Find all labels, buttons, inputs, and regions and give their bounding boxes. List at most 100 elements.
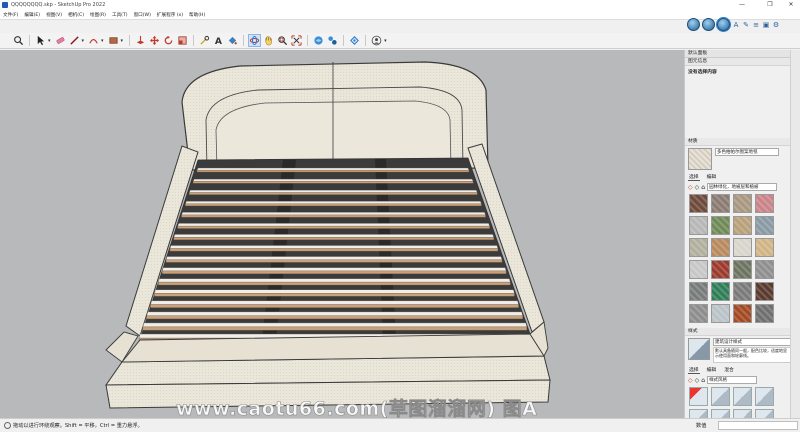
material-swatch[interactable]: [755, 194, 774, 213]
style-name-field[interactable]: 建筑设计样式: [713, 338, 791, 346]
style-swatch[interactable]: [711, 387, 730, 406]
menu-tools[interactable]: 工具(T): [109, 12, 131, 18]
text-icon[interactable]: A: [212, 34, 225, 47]
tab-edit[interactable]: 编辑: [706, 173, 718, 181]
zoom-window-icon[interactable]: [276, 34, 289, 47]
tab-edit[interactable]: 编辑: [706, 366, 718, 374]
material-swatch[interactable]: [689, 216, 708, 235]
material-swatch[interactable]: [711, 304, 730, 323]
pencil-small-icon[interactable]: ✎: [742, 21, 750, 29]
back-arrow-icon[interactable]: ◇: [688, 184, 693, 191]
style-swatch[interactable]: [711, 409, 730, 418]
scale-icon[interactable]: [176, 34, 189, 47]
material-swatch[interactable]: [733, 282, 752, 301]
pan-icon[interactable]: [262, 34, 275, 47]
account-icon[interactable]: [370, 34, 383, 47]
ruler-icon[interactable]: ≡: [752, 21, 760, 29]
material-swatch[interactable]: [689, 194, 708, 213]
material-name-field[interactable]: 多色柏帕尔图案地毯: [715, 148, 779, 156]
material-swatch[interactable]: [733, 260, 752, 279]
material-swatch[interactable]: [689, 260, 708, 279]
styles-header[interactable]: 样式 ✕: [685, 328, 800, 336]
material-swatch[interactable]: [711, 260, 730, 279]
slat-side: [192, 181, 474, 184]
materials-header[interactable]: 材质 ✕: [685, 138, 800, 146]
measurements-input[interactable]: [718, 421, 798, 430]
forward-arrow-icon[interactable]: ◇: [695, 184, 700, 191]
tab-select[interactable]: 选择: [688, 173, 700, 181]
orbit-icon[interactable]: [248, 34, 262, 47]
material-swatch[interactable]: [689, 304, 708, 323]
material-swatch[interactable]: [755, 216, 774, 235]
push-pull-icon[interactable]: [134, 34, 147, 47]
style-swatch[interactable]: [733, 409, 752, 418]
style-swatch[interactable]: [689, 409, 708, 418]
style-swatch[interactable]: [689, 387, 708, 406]
select-dropdown-icon[interactable]: ▾: [48, 38, 51, 44]
material-swatch[interactable]: [733, 216, 752, 235]
material-swatch[interactable]: [711, 194, 730, 213]
rectangle-dropdown-icon[interactable]: ▾: [121, 38, 124, 44]
zoom-extents-icon[interactable]: [290, 34, 303, 47]
maximize-button[interactable]: ❐: [763, 0, 777, 10]
style-swatch[interactable]: [755, 409, 774, 418]
info-icon[interactable]: [4, 422, 11, 429]
zoom-icon[interactable]: [12, 34, 25, 47]
eraser-icon[interactable]: [54, 34, 67, 47]
material-swatch[interactable]: [755, 304, 774, 323]
menu-file[interactable]: 文件(F): [0, 12, 21, 18]
layout-icon[interactable]: [348, 34, 361, 47]
pencil-icon[interactable]: [68, 34, 81, 47]
home-icon[interactable]: ⌂: [701, 377, 705, 384]
entity-info-header[interactable]: 图元信息 ✕: [685, 58, 800, 66]
material-library-select[interactable]: 园林绿化，地被层和植被: [707, 183, 778, 191]
model-viewport[interactable]: [0, 50, 684, 418]
home-icon[interactable]: ⌂: [701, 184, 705, 191]
minimize-button[interactable]: —: [735, 0, 749, 10]
arc-dropdown-icon[interactable]: ▾: [101, 38, 104, 44]
material-swatch[interactable]: [711, 238, 730, 257]
move-icon[interactable]: [148, 34, 161, 47]
forward-arrow-icon[interactable]: ◇: [695, 377, 700, 384]
text-style-icon[interactable]: A: [732, 21, 740, 29]
material-swatch[interactable]: [755, 260, 774, 279]
rotate-icon[interactable]: [162, 34, 175, 47]
pencil-dropdown-icon[interactable]: ▾: [82, 38, 85, 44]
material-swatch[interactable]: [711, 216, 730, 235]
settings-gear-icon[interactable]: ⚙: [772, 21, 780, 29]
menu-draw[interactable]: 绘图(R): [87, 12, 109, 18]
material-swatch[interactable]: [733, 194, 752, 213]
close-button[interactable]: ✕: [784, 0, 798, 10]
tab-select[interactable]: 选择: [688, 366, 700, 374]
arc-icon[interactable]: [87, 34, 100, 47]
3d-warehouse-icon[interactable]: [717, 18, 730, 31]
style-library-select[interactable]: 样式风格: [707, 376, 758, 384]
rectangle-icon[interactable]: [107, 34, 120, 47]
material-swatch[interactable]: [755, 238, 774, 257]
warehouse-icon[interactable]: [312, 34, 325, 47]
style-swatch[interactable]: [733, 387, 752, 406]
material-swatch[interactable]: [689, 238, 708, 257]
component-icon[interactable]: ▣: [762, 21, 770, 29]
tab-mix[interactable]: 混合: [723, 366, 735, 374]
paint-bucket-icon[interactable]: [226, 34, 239, 47]
material-swatch[interactable]: [689, 282, 708, 301]
tape-measure-icon[interactable]: [198, 34, 211, 47]
style-swatch[interactable]: [755, 387, 774, 406]
menu-window[interactable]: 窗口(W): [131, 12, 154, 18]
material-swatch[interactable]: [711, 282, 730, 301]
extension-icon[interactable]: [326, 34, 339, 47]
material-swatch[interactable]: [733, 304, 752, 323]
back-arrow-icon[interactable]: ◇: [688, 377, 693, 384]
menu-help[interactable]: 帮助(H): [186, 12, 208, 18]
select-arrow-icon[interactable]: [34, 34, 47, 47]
account-dropdown-icon[interactable]: ▾: [384, 38, 387, 44]
menu-edit[interactable]: 编辑(E): [21, 12, 43, 18]
add-location-icon[interactable]: [702, 18, 715, 31]
menu-camera[interactable]: 相机(C): [65, 12, 87, 18]
geo-location-icon[interactable]: [687, 18, 700, 31]
material-swatch[interactable]: [733, 238, 752, 257]
menu-extensions[interactable]: 扩展程序 (x): [154, 12, 186, 18]
menu-view[interactable]: 视图(V): [43, 12, 65, 18]
material-swatch[interactable]: [755, 282, 774, 301]
